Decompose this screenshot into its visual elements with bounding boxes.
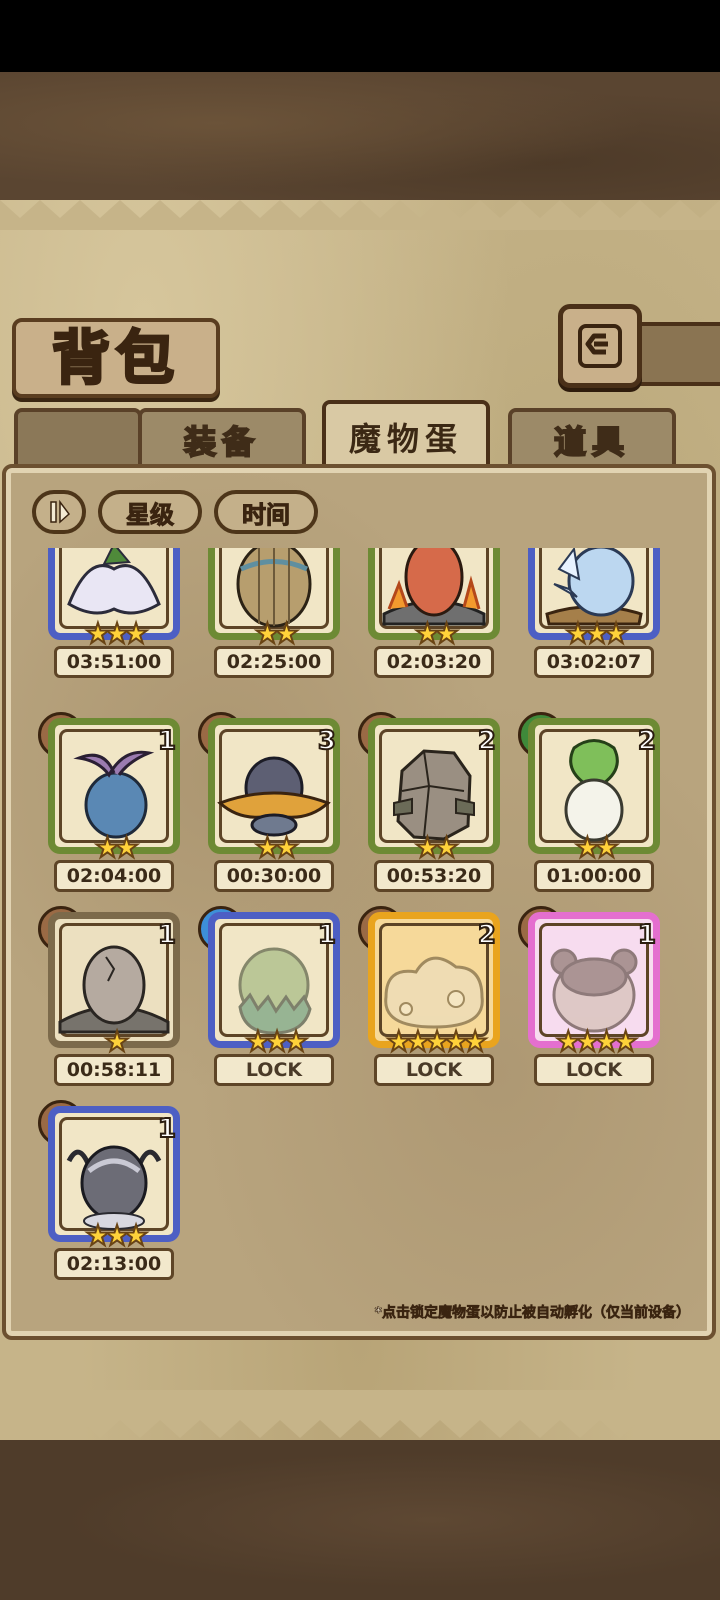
egg-count: 3 xyxy=(317,725,337,757)
star-rating: ★★ xyxy=(574,831,620,864)
hat-egg-icon xyxy=(217,756,331,837)
dark-egg-icon xyxy=(66,1145,162,1231)
hatch-timer: 00:58:11 xyxy=(54,1054,174,1086)
lock-hint-note: *点击锁定魔物蛋以防止被自动孵化（仅当前设备） xyxy=(374,1305,690,1322)
hatch-timer: 02:03:20 xyxy=(374,646,494,678)
hatch-timer: 01:00:00 xyxy=(534,860,654,892)
sort-by-time-button[interactable]: 时间 xyxy=(214,490,318,534)
bear-egg-icon xyxy=(550,948,638,1033)
page-title-plate: 背包 xyxy=(12,318,220,398)
sort-by-star-button[interactable]: 星级 xyxy=(98,490,202,534)
star-rating: ★★ xyxy=(414,831,460,864)
star-rating: ★★★★ xyxy=(555,1025,639,1058)
hatch-timer: 02:04:00 xyxy=(54,860,174,892)
egg-card[interactable]: 1 ★★★ 03:51:00 xyxy=(44,548,184,686)
hatch-timer: 03:02:07 xyxy=(534,646,654,678)
lock-label: LOCK xyxy=(534,1054,654,1086)
hatch-timer: 00:30:00 xyxy=(214,860,334,892)
cracked-egg-icon xyxy=(58,945,170,1034)
star-rating: ★★★ xyxy=(84,617,149,650)
tab-monster-eggs-label: 魔物蛋 xyxy=(348,420,463,458)
top-map-band xyxy=(0,72,720,200)
hatch-timer: 03:51:00 xyxy=(54,646,174,678)
rock-egg-icon xyxy=(393,749,475,841)
tab-items-label: 道具 xyxy=(553,422,630,462)
star-rating: ★★ xyxy=(254,617,300,650)
back-arrow-icon xyxy=(578,324,622,368)
egg-card[interactable]: ▲ 1 ★★ 02:04:00 xyxy=(38,712,184,900)
egg-card[interactable]: ▲ 2 ★★ 00:53:20 xyxy=(358,712,504,900)
shell-egg-icon xyxy=(238,947,312,1035)
lock-label: LOCK xyxy=(214,1054,334,1086)
hatch-timer: 00:53:20 xyxy=(374,860,494,892)
flower-egg-icon xyxy=(67,548,161,615)
egg-card[interactable]: ▲ 1 ★★★ 02:13:00 xyxy=(38,1100,184,1288)
egg-count: 2 xyxy=(637,725,657,757)
star-rating: ★★★ xyxy=(244,1025,309,1058)
hatch-timer: 02:25:00 xyxy=(214,646,334,678)
egg-count: 2 xyxy=(477,919,497,951)
star-rating: ★ xyxy=(103,1025,130,1058)
star-rating: ★★★★★ xyxy=(385,1025,489,1058)
status-bar xyxy=(0,0,720,72)
egg-card[interactable]: 1 ★★ 02:25:00 xyxy=(204,548,344,686)
egg-grid: 1 ★★★ 03:51:00 1 ★★ 02:25:00 1 ★★ 02:03:… xyxy=(20,548,700,1288)
tail-egg-icon xyxy=(73,751,155,839)
star-rating: ★★ xyxy=(414,617,460,650)
lock-label: LOCK xyxy=(374,1054,494,1086)
egg-card-locked[interactable]: ▲ 2 ★★★★★ LOCK xyxy=(358,906,504,1094)
egg-card-locked[interactable]: ▲ 1 ★★★★ LOCK xyxy=(518,906,664,1094)
sort-by-star-label: 星级 xyxy=(126,500,175,529)
sort-by-time-label: 时间 xyxy=(242,500,291,529)
tab-items[interactable]: 道具 xyxy=(508,408,676,472)
egg-count: 1 xyxy=(157,1113,177,1145)
sort-order-toggle[interactable] xyxy=(32,490,86,534)
egg-count: 1 xyxy=(317,919,337,951)
back-button-bar xyxy=(630,322,720,386)
egg-count: 1 xyxy=(637,919,657,951)
tab-blank xyxy=(14,408,142,472)
star-rating: ★★ xyxy=(94,831,140,864)
egg-card[interactable]: 1 ★★★ 03:02:07 xyxy=(524,548,664,686)
back-button[interactable] xyxy=(558,304,642,388)
egg-count: 2 xyxy=(477,725,497,757)
torn-edge-top xyxy=(0,200,720,230)
sort-toggle-icon xyxy=(50,499,71,524)
tab-bar: 装备 魔物蛋 道具 xyxy=(0,400,720,474)
egg-card[interactable]: ▲ 3 ★★ 00:30:00 xyxy=(198,712,344,900)
egg-card-locked[interactable]: ≋ 1 ★★★ LOCK xyxy=(198,906,344,1094)
egg-card[interactable]: ✿ 2 ★★ 01:00:00 xyxy=(518,712,664,900)
egg-card[interactable]: 1 ★★ 02:03:20 xyxy=(364,548,504,686)
egg-count: 1 xyxy=(157,725,177,757)
page-title: 背包 xyxy=(50,324,180,392)
egg-card[interactable]: ▲ 1 ★ 00:58:11 xyxy=(38,906,184,1094)
star-rating: ★★★ xyxy=(564,617,629,650)
star-rating: ★★ xyxy=(254,831,300,864)
cloud-egg-icon xyxy=(384,957,484,1029)
egg-count: 1 xyxy=(157,919,177,951)
bottom-map-band xyxy=(0,1440,720,1600)
star-rating: ★★★ xyxy=(84,1219,149,1252)
hatch-timer: 02:13:00 xyxy=(54,1248,174,1280)
tab-equipment-label: 装备 xyxy=(183,422,260,462)
tab-monster-eggs[interactable]: 魔物蛋 xyxy=(322,400,490,474)
tab-equipment[interactable]: 装备 xyxy=(138,408,306,472)
